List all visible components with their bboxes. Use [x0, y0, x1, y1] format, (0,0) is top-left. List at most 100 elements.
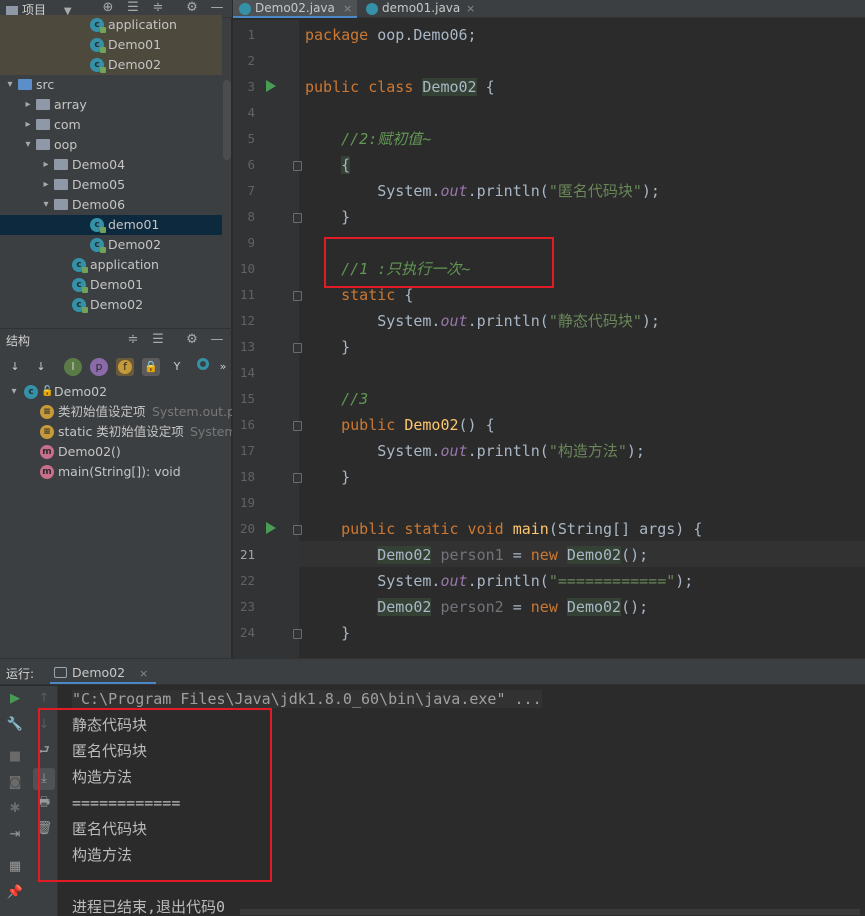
chevron-right-icon[interactable]: ▸ — [40, 155, 52, 175]
code-line[interactable]: public static void main(String[] args) { — [305, 520, 702, 538]
fold-marker-icon[interactable] — [293, 473, 302, 483]
collapse-all-icon[interactable]: ☰ — [150, 332, 166, 348]
code-line[interactable]: //2:赋初值~ — [305, 130, 431, 148]
fold-marker-icon[interactable] — [293, 343, 302, 353]
locate-icon[interactable]: ⊕ — [100, 0, 116, 16]
exit-icon[interactable]: ⇥ — [6, 826, 24, 844]
horizontal-scrollbar[interactable] — [240, 909, 860, 915]
line-number: 20 — [239, 521, 255, 536]
rerun-icon[interactable]: ▶ — [6, 690, 24, 708]
pin-icon[interactable]: 📌 — [6, 884, 24, 902]
java-class-icon: c — [90, 18, 106, 33]
run-tab-demo02[interactable]: Demo02 × — [50, 662, 157, 684]
show-inherited-icon[interactable]: I — [64, 358, 82, 376]
code-line[interactable]: } — [305, 468, 350, 486]
close-icon[interactable]: × — [343, 0, 352, 17]
tree-item[interactable]: ▾ oop — [0, 135, 222, 155]
tree-item[interactable]: ▸ Demo04 — [0, 155, 222, 175]
tree-item[interactable]: c Demo01 — [0, 275, 222, 295]
code-line[interactable]: Demo02 person2 = new Demo02(); — [305, 598, 648, 616]
code-line[interactable]: Demo02 person1 = new Demo02(); — [305, 546, 648, 564]
tree-item[interactable]: c Demo02 — [0, 55, 222, 75]
project-tree: c application c Demo01 c Demo02 ▾ src ▸ array ▸ com… — [0, 15, 222, 319]
hide-panel-icon[interactable]: — — [209, 332, 225, 348]
more-icon[interactable]: » — [214, 358, 232, 376]
chevron-right-icon[interactable]: ▸ — [22, 95, 34, 115]
code-line[interactable]: System.out.println("============"); — [305, 572, 693, 590]
tree-item[interactable]: c Demo01 — [0, 35, 222, 55]
debug-icon[interactable]: ✱ — [6, 800, 24, 818]
structure-item[interactable]: ▾ c Demo02 🔓 — [0, 382, 232, 402]
show-properties-icon[interactable]: p — [90, 358, 108, 376]
expand-all-icon[interactable]: ≑ — [125, 332, 141, 348]
line-number: 15 — [239, 391, 255, 406]
code-line[interactable]: package oop.Demo06; — [305, 26, 477, 44]
layout-icon[interactable]: ▦ — [6, 858, 24, 876]
fold-marker-icon[interactable] — [293, 213, 302, 223]
show-fields-icon[interactable]: f — [116, 358, 134, 376]
code-line[interactable]: } — [305, 208, 350, 226]
fold-marker-icon[interactable] — [293, 291, 302, 301]
fold-marker-icon[interactable] — [293, 421, 302, 431]
chevron-right-icon[interactable]: ▸ — [40, 175, 52, 195]
sort-visibility-icon[interactable]: ↓ — [6, 358, 24, 376]
show-non-public-icon[interactable]: 🔒 — [142, 358, 160, 376]
project-tree-scrollbar[interactable] — [223, 80, 231, 160]
code-line[interactable]: public class Demo02 { — [305, 78, 495, 96]
tree-item[interactable]: ▾ Demo06 — [0, 195, 222, 215]
structure-item[interactable]: m Demo02() — [0, 442, 232, 462]
tree-item[interactable]: c application — [0, 15, 222, 35]
code-line[interactable]: static { — [305, 286, 413, 304]
chevron-down-icon[interactable]: ▾ — [4, 75, 16, 95]
tree-item[interactable]: c demo01 — [0, 215, 222, 235]
package-icon — [54, 179, 68, 190]
tab-demo01-java[interactable]: demo01.java × — [360, 0, 480, 18]
close-icon[interactable]: × — [139, 667, 148, 680]
structure-item[interactable]: m main(String[]): void — [0, 462, 232, 482]
run-gutter-icon[interactable] — [266, 80, 276, 92]
code-line[interactable]: } — [305, 624, 350, 642]
java-class-icon: c — [72, 278, 88, 293]
initializer-icon: ≡ — [40, 405, 54, 419]
chevron-right-icon[interactable]: ▸ — [22, 115, 34, 135]
hide-panel-icon[interactable]: — — [209, 0, 225, 16]
tree-item[interactable]: ▸ Demo05 — [0, 175, 222, 195]
expand-all-icon[interactable]: ≑ — [150, 0, 166, 16]
tree-item[interactable]: c Demo02 — [0, 235, 222, 255]
show-lambdas-icon[interactable]: Y — [168, 358, 186, 376]
method-icon: m — [40, 465, 54, 479]
gear-icon[interactable]: ⚙ — [184, 0, 200, 16]
tree-item[interactable]: ▾ src — [0, 75, 222, 95]
chevron-down-icon[interactable]: ▾ — [40, 195, 52, 215]
fold-marker-icon[interactable] — [293, 161, 302, 171]
tree-item[interactable]: ▸ array — [0, 95, 222, 115]
stop-icon[interactable]: ■ — [6, 748, 24, 766]
tab-demo02-java[interactable]: Demo02.java × — [233, 0, 357, 18]
sort-alpha-icon[interactable]: ↓ — [32, 358, 50, 376]
structure-item[interactable]: ≡ 类初始值设定项 System.out.pri — [0, 402, 232, 422]
camera-icon[interactable]: ◙ — [6, 774, 24, 792]
chevron-down-icon[interactable]: ▾ — [22, 135, 34, 155]
fold-marker-icon[interactable] — [293, 629, 302, 639]
close-icon[interactable]: × — [466, 0, 475, 17]
code-line[interactable]: public Demo02() { — [305, 416, 495, 434]
autoscroll-icon[interactable] — [194, 358, 212, 376]
tree-item[interactable]: c application — [0, 255, 222, 275]
run-gutter-icon[interactable] — [266, 522, 276, 534]
code-line[interactable]: System.out.println("匿名代码块"); — [305, 182, 660, 200]
structure-item[interactable]: ≡ static 类初始值设定项 System.o — [0, 422, 232, 442]
gear-icon[interactable]: ⚙ — [184, 332, 200, 348]
wrench-icon[interactable]: 🔧 — [6, 716, 24, 734]
tree-item[interactable]: c Demo02 — [0, 295, 222, 315]
code-line[interactable]: //3 — [305, 390, 368, 408]
chevron-down-icon[interactable]: ▾ — [8, 382, 20, 402]
console-line: 进程已结束,退出代码0 — [72, 898, 226, 916]
code-line[interactable]: System.out.println("构造方法"); — [305, 442, 645, 460]
arrow-up-icon[interactable]: ↑ — [35, 690, 53, 708]
tree-item[interactable]: ▸ com — [0, 115, 222, 135]
code-line[interactable]: { — [305, 156, 351, 174]
code-line[interactable]: } — [305, 338, 350, 356]
code-line[interactable]: System.out.println("静态代码块"); — [305, 312, 660, 330]
fold-marker-icon[interactable] — [293, 525, 302, 535]
collapse-all-icon[interactable]: ☰ — [125, 0, 141, 16]
